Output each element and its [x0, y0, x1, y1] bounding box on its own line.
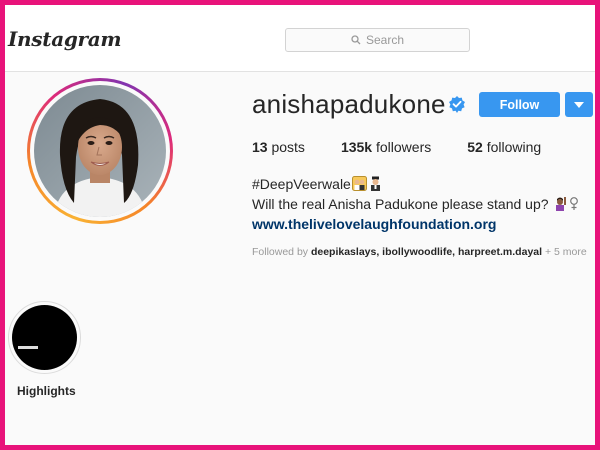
follow-button[interactable]: Follow — [479, 92, 560, 117]
posts-label: posts — [271, 139, 305, 155]
highlight-label[interactable]: Highlights — [17, 384, 76, 398]
profile-avatar — [34, 85, 166, 217]
bio-hashtag[interactable]: #DeepVeerwale — [252, 176, 351, 192]
search-input[interactable]: Search — [285, 28, 470, 52]
caret-down-icon — [574, 101, 584, 108]
female-sign-icon — [570, 197, 579, 210]
followed-by[interactable]: Followed by deepikaslays, ibollywoodlife… — [252, 246, 587, 258]
posts-stat[interactable]: 13 posts — [252, 139, 305, 155]
search-icon — [351, 35, 361, 45]
couple-emoji-icon — [351, 176, 367, 191]
woman-raising-hand-emoji-icon — [556, 197, 567, 211]
verified-badge-icon — [449, 96, 465, 113]
following-stat[interactable]: 52 following — [467, 139, 541, 155]
highlight-cover — [12, 305, 77, 370]
followed-by-users: deepikaslays, ibollywoodlife, harpreet.m… — [310, 246, 543, 258]
avatar-border — [30, 81, 170, 221]
instagram-logo[interactable]: Instagram — [8, 27, 122, 51]
groom-emoji-icon — [370, 176, 380, 191]
followers-count: 135k — [340, 139, 373, 155]
posts-count: 13 — [252, 139, 268, 155]
profile-avatar-ring[interactable] — [27, 78, 173, 224]
bio-line-3: www.thelivelovelaughfoundation.org — [252, 214, 579, 234]
top-navigation-bar: Instagram Search — [5, 5, 595, 72]
search-placeholder: Search — [365, 33, 405, 47]
followers-stat[interactable]: 135k followers — [341, 139, 431, 155]
profile-main: anishapadukone Follow 13 posts 135k foll… — [5, 73, 595, 413]
profile-username: anishapadukone — [252, 89, 446, 119]
profile-stats: 13 posts 135k followers 52 following — [252, 139, 577, 155]
following-label: following — [486, 139, 542, 155]
following-count: 52 — [467, 139, 483, 155]
bio-line-1: #DeepVeerwale — [252, 174, 579, 194]
highlight-circle[interactable] — [8, 301, 81, 374]
bio-text: Will the real Anisha Padukone please sta… — [252, 196, 549, 212]
suggestions-dropdown-button[interactable] — [565, 92, 593, 117]
highlight-cover-detail — [18, 346, 38, 349]
profile-bio: #DeepVeerwale Will the real Anisha Paduk… — [252, 174, 579, 234]
bio-line-2: Will the real Anisha Padukone please sta… — [252, 194, 579, 214]
followed-by-more: + 5 more — [544, 246, 587, 258]
bio-website-link[interactable]: www.thelivelovelaughfoundation.org — [252, 216, 497, 232]
followers-label: followers — [375, 139, 432, 155]
followed-by-prefix: Followed by — [252, 246, 309, 258]
page-frame: Instagram Search anishapadukone Follow 1… — [0, 0, 600, 450]
